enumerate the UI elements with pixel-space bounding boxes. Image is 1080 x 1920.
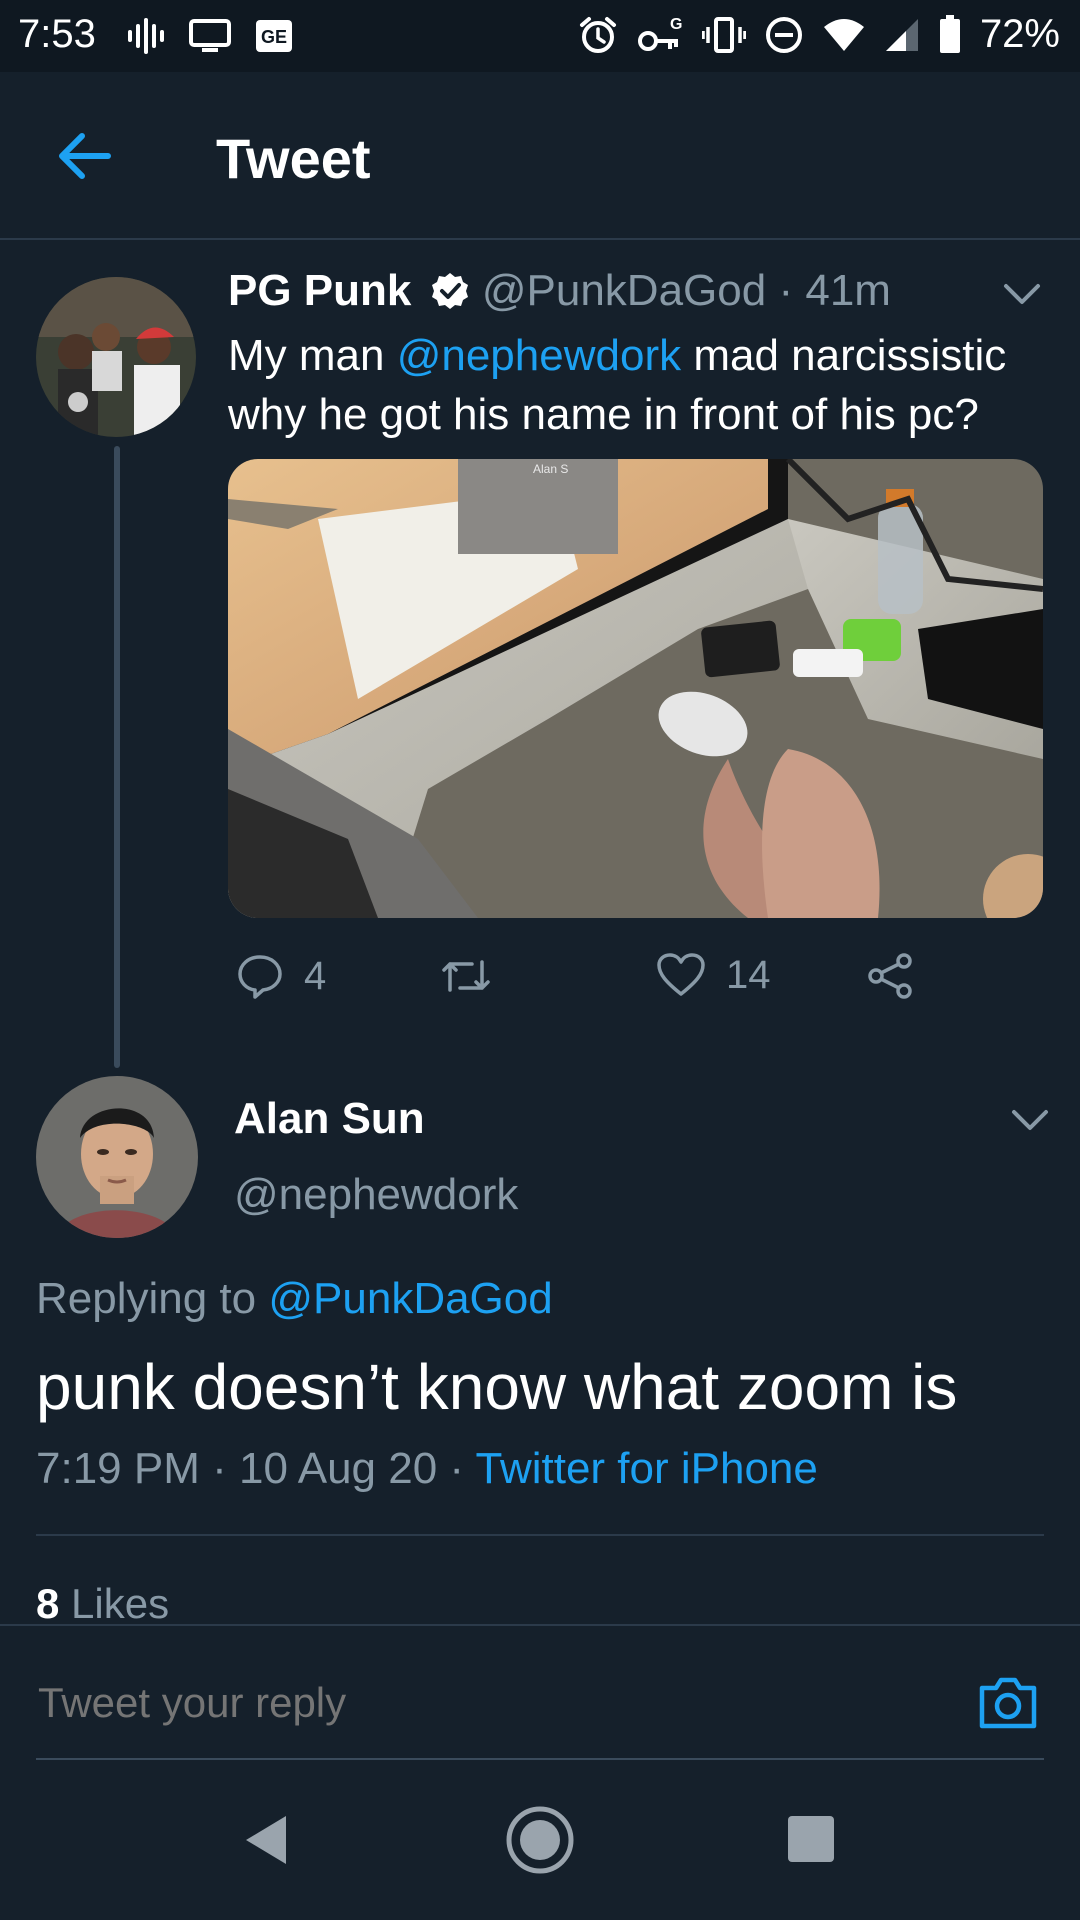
heart-icon <box>657 953 705 996</box>
main-author-name[interactable]: Alan Sun <box>234 1094 425 1144</box>
status-bar: 7:53 GE G 72% <box>0 0 1080 72</box>
divider <box>36 1534 1044 1536</box>
author-name[interactable]: PG Punk <box>228 266 411 315</box>
chevron-down-icon[interactable] <box>1000 278 1044 308</box>
nav-home-icon[interactable] <box>504 1804 576 1876</box>
app-bar: Tweet <box>0 72 1080 240</box>
camera-icon[interactable] <box>976 1674 1040 1732</box>
tweet-source-link[interactable]: Twitter for iPhone <box>476 1444 818 1493</box>
back-arrow-icon[interactable] <box>52 124 116 188</box>
share-icon <box>868 953 912 999</box>
main-author-handle[interactable]: @nephewdork <box>234 1170 518 1220</box>
reply-input[interactable] <box>36 1678 940 1728</box>
author-handle[interactable]: @PunkDaGod <box>482 266 766 315</box>
reply-composer <box>0 1624 1080 1762</box>
battery-percentage: 72% <box>979 12 1060 56</box>
battery-icon <box>939 14 960 53</box>
svg-text:G: G <box>670 16 682 33</box>
main-tweet-text: punk doesn’t know what zoom is <box>36 1351 958 1423</box>
retweet-icon <box>442 960 490 992</box>
nav-recents-icon[interactable] <box>788 1816 834 1862</box>
quoted-tweet-actions: 4 14 <box>228 952 1048 1012</box>
tweet-media-image[interactable]: Alan S <box>228 459 1043 918</box>
reply-count: 4 <box>304 953 327 998</box>
status-time: 7:53 <box>18 12 96 56</box>
quoted-tweet-header: PG Punk @PunkDaGod · 41m <box>228 266 891 316</box>
like-action[interactable]: 14 <box>656 952 771 998</box>
nav-back-icon[interactable] <box>238 1810 298 1870</box>
replying-label: Replying to <box>36 1274 269 1323</box>
svg-text:GE: GE <box>261 27 287 47</box>
signal-icon <box>885 18 918 51</box>
header-separator: · <box>778 266 794 315</box>
share-action[interactable] <box>866 952 916 1000</box>
mention-link[interactable]: @nephewdork <box>397 331 681 380</box>
meta-separator: · <box>199 1444 239 1493</box>
like-count: 14 <box>726 952 771 997</box>
alan-sun-avatar[interactable] <box>36 1076 198 1238</box>
likes-label: Likes <box>71 1580 170 1627</box>
thread-connector <box>114 446 120 1068</box>
system-navigation-bar <box>0 1760 1080 1920</box>
verified-badge-icon <box>431 273 468 309</box>
meta-separator: · <box>437 1444 476 1493</box>
quoted-tweet-text: My man @nephewdork mad narcissistic why … <box>228 326 1048 444</box>
comment-icon <box>238 955 282 999</box>
retweet-action[interactable] <box>438 952 514 1000</box>
pg-punk-avatar[interactable] <box>36 277 196 437</box>
tweet-time-ago[interactable]: 41m <box>805 266 891 315</box>
status-icons-right: G 72% <box>578 12 1060 57</box>
alarm-icon <box>579 16 616 53</box>
replying-to-line: Replying to @PunkDaGod <box>36 1274 553 1324</box>
tweet-text-part: My man <box>228 331 397 380</box>
tweet-date: 10 Aug 20 <box>238 1444 438 1493</box>
chevron-down-icon[interactable] <box>1008 1104 1052 1134</box>
cast-icon <box>189 19 231 52</box>
do-not-disturb-icon <box>765 16 802 53</box>
wifi-icon <box>823 18 864 51</box>
podcast-icon <box>128 18 164 54</box>
replying-to-mention[interactable]: @PunkDaGod <box>268 1274 552 1323</box>
media-watermark-text: Alan S <box>533 462 568 476</box>
reply-action[interactable]: 4 <box>236 952 326 1000</box>
likes-summary[interactable]: 8 Likes <box>36 1580 169 1628</box>
likes-count: 8 <box>36 1580 60 1627</box>
news-icon: GE <box>256 20 292 52</box>
tweet-time: 7:19 PM <box>36 1444 200 1493</box>
page-title: Tweet <box>216 127 371 190</box>
tweet-meta: 7:19 PM · 10 Aug 20 · Twitter for iPhone <box>36 1444 818 1494</box>
vibrate-icon <box>701 16 746 53</box>
status-icons-left: GE <box>126 16 294 56</box>
vpn-key-icon: G <box>637 16 682 51</box>
